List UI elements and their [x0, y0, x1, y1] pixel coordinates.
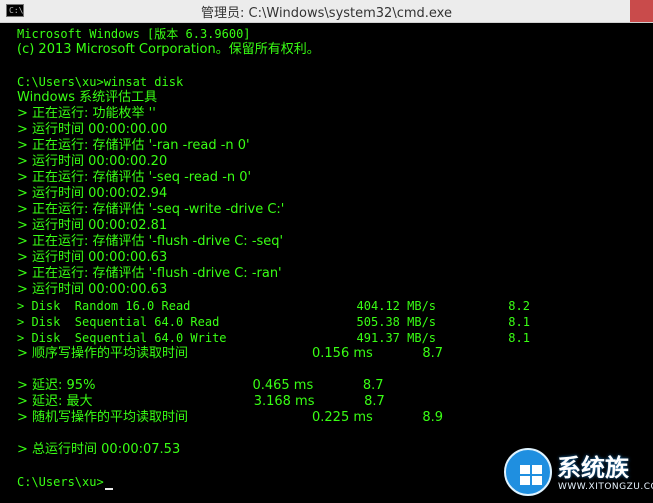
console-line: > 运行时间 00:00:00.63 [17, 250, 168, 265]
console-line: > 正在运行: 存储评估 '-seq -read -n 0' [17, 170, 252, 185]
watermark-url: WWW.XITONGZU.COM [558, 482, 653, 492]
console-line: > 正在运行: 存储评估 '-ran -read -n 0' [17, 138, 250, 153]
console-line: > 正在运行: 存储评估 '-flush -drive C: -seq' [17, 234, 284, 249]
prompt-text: C:\Users\xu> [17, 475, 104, 489]
console-output[interactable]: Microsoft Windows [版本 6.3.9600] (c) 2013… [0, 23, 653, 503]
console-line: > 延迟: 最大 3.168 ms 8.7 [17, 394, 385, 409]
console-line: C:\Users\xu>winsat disk [17, 75, 184, 89]
console-line: > 运行时间 00:00:00.00 [17, 122, 168, 137]
console-line: > Disk Random 16.0 Read 404.12 MB/s 8.2 [17, 299, 530, 313]
console-line: Microsoft Windows [版本 6.3.9600] [17, 27, 251, 41]
console-line: > 正在运行: 存储评估 '-flush -drive C: -ran' [17, 266, 282, 281]
console-line: > Disk Sequential 64.0 Write 491.37 MB/s… [17, 331, 530, 345]
console-line: > 延迟: 95% 0.465 ms 8.7 [17, 378, 384, 393]
site-watermark: 系统族 WWW.XITONGZU.COM [500, 445, 653, 500]
console-line: > 总运行时间 00:00:07.53 [17, 442, 181, 457]
window-title: 管理员: C:\Windows\system32\cmd.exe [201, 6, 452, 21]
console-line: > 运行时间 00:00:02.81 [17, 218, 168, 233]
console-line: > 正在运行: 存储评估 '-seq -write -drive C:' [17, 202, 285, 217]
console-line: > Disk Sequential 64.0 Read 505.38 MB/s … [17, 315, 530, 329]
watermark-text: 系统族 [557, 454, 629, 482]
console-line: > 顺序写操作的平均读取时间 0.156 ms 8.7 [17, 346, 444, 361]
console-line: > 正在运行: 功能枚举 '' [17, 106, 156, 121]
console-line: > 运行时间 00:00:02.94 [17, 186, 168, 201]
window-titlebar[interactable]: C:\ 管理员: C:\Windows\system32\cmd.exe [0, 0, 653, 23]
console-line: Windows 系统评估工具 [17, 90, 158, 105]
console-line: > 运行时间 00:00:00.63 [17, 282, 168, 297]
prompt-line[interactable]: C:\Users\xu> [17, 474, 113, 490]
close-button[interactable] [630, 0, 653, 22]
console-line: (c) 2013 Microsoft Corporation。保留所有权利。 [17, 42, 320, 57]
console-line: > 运行时间 00:00:00.20 [17, 154, 168, 169]
console-line: > 随机写操作的平均读取时间 0.225 ms 8.9 [17, 410, 444, 425]
windows-logo-icon [520, 465, 542, 485]
text-cursor [104, 488, 113, 490]
watermark-circle [504, 448, 552, 496]
